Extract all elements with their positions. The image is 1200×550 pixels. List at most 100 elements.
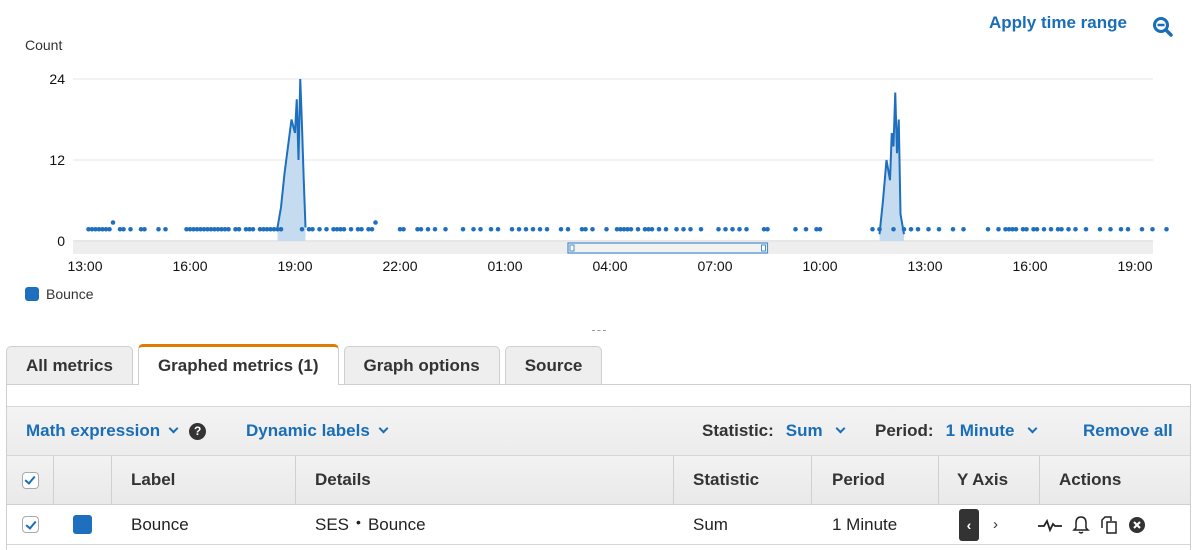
data-point[interactable] [765, 226, 770, 232]
data-point[interactable] [128, 226, 133, 232]
tab-graphed-metrics[interactable]: Graphed metrics (1) [137, 344, 339, 385]
data-point[interactable] [1066, 226, 1071, 232]
chart-plot[interactable] [0, 0, 1200, 260]
data-point[interactable] [737, 226, 742, 232]
data-point[interactable] [1059, 226, 1064, 232]
data-point[interactable] [1108, 226, 1113, 232]
data-point[interactable] [299, 226, 305, 232]
data-point[interactable] [163, 226, 168, 232]
data-point[interactable] [156, 226, 161, 232]
data-point[interactable] [509, 226, 515, 232]
data-point[interactable] [793, 226, 798, 232]
data-point[interactable] [688, 226, 693, 232]
data-point[interactable] [142, 226, 147, 232]
data-point[interactable] [1164, 226, 1169, 232]
data-point[interactable] [523, 226, 529, 232]
series-color-swatch[interactable] [73, 515, 92, 534]
resize-handle[interactable] [592, 330, 606, 334]
remove-all-button[interactable]: Remove all [1083, 421, 1173, 441]
data-point[interactable] [565, 226, 571, 232]
data-point[interactable] [341, 226, 347, 232]
data-point[interactable] [870, 226, 875, 232]
select-all-checkbox[interactable] [21, 471, 39, 489]
data-point[interactable] [649, 226, 655, 232]
data-point[interactable] [604, 226, 609, 232]
data-point[interactable] [950, 226, 956, 232]
row-checkbox[interactable] [22, 516, 39, 533]
data-point[interactable] [926, 226, 931, 232]
legend-item-bounce[interactable]: Bounce [25, 286, 93, 302]
details-column-header[interactable]: Details [296, 456, 674, 504]
y-axis-right-button[interactable]: › [993, 516, 998, 533]
data-point[interactable] [674, 226, 679, 232]
data-point[interactable] [723, 226, 728, 232]
data-point[interactable] [348, 226, 354, 232]
data-point[interactable] [236, 226, 242, 232]
period-column-header[interactable]: Period [812, 456, 939, 504]
data-point[interactable] [401, 226, 406, 232]
data-point[interactable] [1125, 226, 1131, 232]
label-column-header[interactable]: Label [112, 456, 296, 504]
data-point[interactable] [324, 226, 329, 232]
statistic-dropdown[interactable]: Sum [786, 421, 823, 441]
data-point[interactable] [544, 226, 550, 232]
data-point[interactable] [817, 226, 823, 232]
data-point[interactable] [803, 226, 809, 232]
data-point[interactable] [359, 226, 364, 232]
data-point[interactable] [961, 226, 966, 232]
data-point[interactable] [1139, 226, 1145, 232]
remove-icon[interactable] [1128, 516, 1146, 534]
duplicate-icon[interactable] [1099, 515, 1119, 535]
data-point[interactable] [432, 226, 438, 232]
data-point[interactable] [891, 226, 896, 232]
data-point[interactable] [996, 226, 1001, 232]
period-dropdown[interactable]: 1 Minute [946, 421, 1015, 441]
navigator-handle-left[interactable] [569, 244, 575, 252]
data-point[interactable] [628, 226, 634, 232]
data-point[interactable] [121, 226, 126, 232]
data-point[interactable] [537, 226, 543, 232]
data-point[interactable] [1048, 226, 1054, 232]
data-point[interactable] [373, 220, 378, 225]
data-point[interactable] [495, 226, 501, 232]
statistic-column-header[interactable]: Statistic [674, 456, 812, 504]
data-point[interactable] [1034, 226, 1040, 232]
data-point[interactable] [460, 226, 466, 232]
data-point[interactable] [663, 226, 669, 232]
data-point[interactable] [443, 226, 448, 232]
chevron-down-icon[interactable] [1027, 423, 1037, 434]
tab-source[interactable]: Source [504, 346, 603, 385]
data-point[interactable] [107, 226, 112, 232]
row-period[interactable]: 1 Minute [832, 505, 897, 544]
data-point[interactable] [558, 226, 564, 232]
data-point[interactable] [1013, 226, 1019, 232]
data-point[interactable] [936, 226, 942, 232]
data-point[interactable] [278, 226, 284, 232]
data-point[interactable] [635, 226, 641, 232]
data-point[interactable] [877, 226, 882, 232]
tab-graph-options[interactable]: Graph options [343, 346, 500, 385]
data-point[interactable] [488, 226, 494, 232]
data-point[interactable] [985, 226, 991, 232]
data-point[interactable] [1150, 226, 1155, 232]
chevron-down-icon[interactable] [835, 423, 846, 434]
navigator-handle-right[interactable] [761, 244, 766, 252]
data-point[interactable] [1024, 226, 1029, 232]
data-point[interactable] [425, 226, 431, 232]
data-point[interactable] [369, 226, 375, 232]
dynamic-labels-dropdown[interactable]: Dynamic labels [246, 421, 370, 441]
data-point[interactable] [516, 226, 522, 232]
y-axis-column-header[interactable]: Y Axis [939, 456, 1040, 504]
data-point[interactable] [716, 226, 721, 232]
data-point[interactable] [478, 226, 483, 232]
data-point[interactable] [530, 226, 536, 232]
row-label[interactable]: Bounce [131, 505, 189, 544]
data-point[interactable] [110, 220, 116, 225]
data-point[interactable] [908, 226, 914, 232]
data-point[interactable] [901, 226, 907, 232]
help-icon[interactable]: ? [189, 422, 207, 440]
data-point[interactable] [471, 226, 476, 232]
data-point[interactable] [226, 226, 231, 232]
navigator-selection[interactable] [567, 242, 769, 254]
data-point[interactable] [418, 226, 424, 232]
